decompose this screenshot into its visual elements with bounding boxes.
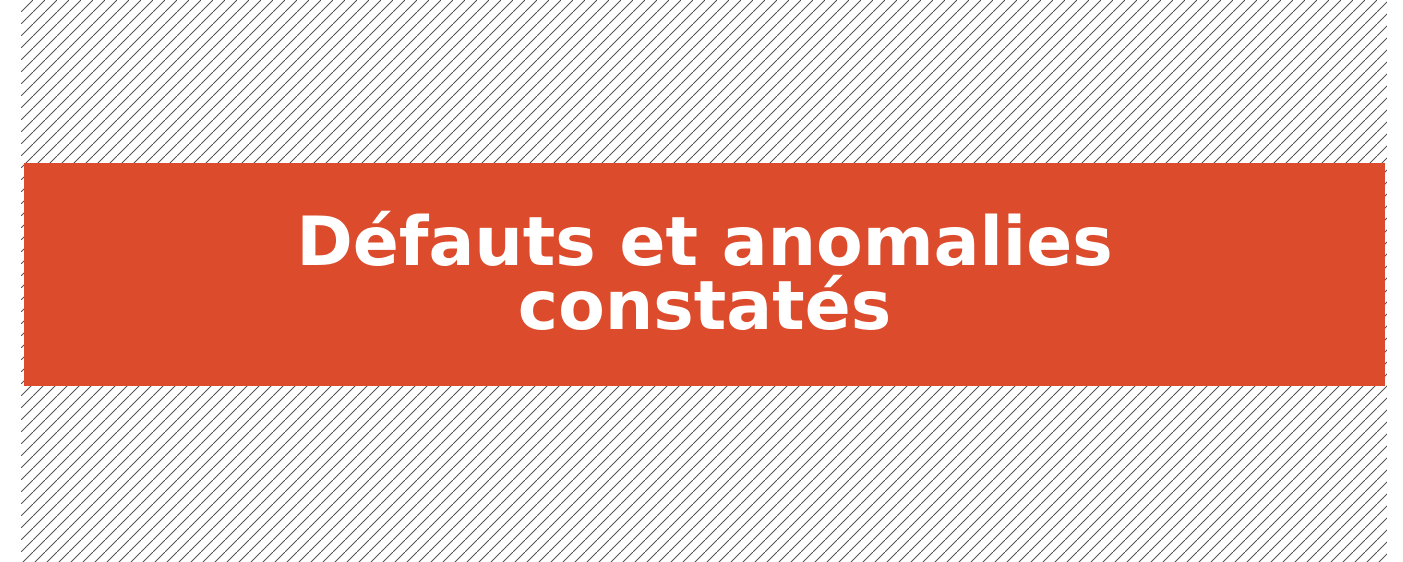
slide-title: Défauts et anomalies constatés — [296, 202, 1113, 346]
title-slide: Défauts et anomalies constatés — [0, 0, 1403, 562]
title-band: Défauts et anomalies constatés — [24, 163, 1385, 386]
